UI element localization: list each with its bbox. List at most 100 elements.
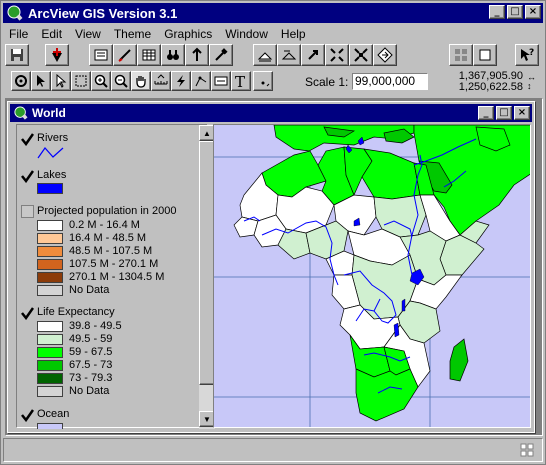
life-class-swatch <box>37 321 63 332</box>
menu-help[interactable]: Help <box>281 27 306 41</box>
pointer-tool[interactable] <box>31 71 51 91</box>
lakes-checkbox[interactable] <box>21 170 34 183</box>
life-class-swatch <box>37 334 63 345</box>
text-t-icon: T <box>235 74 245 88</box>
theme-properties-button[interactable] <box>89 44 113 66</box>
maximize-button[interactable]: □ <box>507 5 523 19</box>
label-tool[interactable] <box>211 71 231 91</box>
menu-view[interactable]: View <box>75 27 101 41</box>
life-class-swatch <box>37 360 63 371</box>
zoom-out-arrows-icon <box>354 48 368 62</box>
full-extent-icon <box>257 52 273 62</box>
measure-tool[interactable] <box>151 71 171 91</box>
table-of-contents: Rivers Lakes Projected population in 200… <box>16 124 215 429</box>
zoom-previous-button[interactable] <box>373 44 397 66</box>
theme-ocean-label[interactable]: Ocean <box>37 408 69 420</box>
arrow-pointer-icon <box>37 75 45 87</box>
coord-y: 1,250,622.58 <box>458 81 523 93</box>
view-titlebar: World _ □ × <box>10 104 532 122</box>
population-class-swatch <box>37 246 63 257</box>
diamond-arrow-icon <box>377 47 393 63</box>
theme-population-label[interactable]: Projected population in 2000 <box>37 205 176 217</box>
edit-legend-button[interactable] <box>113 44 137 66</box>
add-theme-button[interactable] <box>45 44 69 66</box>
identify-tool[interactable] <box>11 71 31 91</box>
identify-icon <box>15 75 27 87</box>
rivers-checkbox[interactable] <box>21 133 34 146</box>
status-bar <box>3 438 543 462</box>
zoom-full-extent-button[interactable] <box>253 44 277 66</box>
zoom-out-button[interactable] <box>349 44 373 66</box>
theme-rivers-label[interactable]: Rivers <box>37 132 68 144</box>
scale-input[interactable]: 99,000,000 <box>352 73 428 90</box>
menu-window[interactable]: Window <box>225 27 268 41</box>
app-titlebar: ArcView GIS Version 3.1 _ □ × <box>3 3 543 23</box>
help-pointer-icon: ? <box>521 48 534 61</box>
population-class-swatch <box>37 259 63 270</box>
select-features-button[interactable] <box>449 44 473 66</box>
select-feature-tool[interactable] <box>71 71 91 91</box>
table-icon <box>142 49 156 61</box>
zoom-selected-button[interactable] <box>301 44 325 66</box>
vertex-edit-icon <box>56 74 67 88</box>
zoom-in-button[interactable] <box>325 44 349 66</box>
draw-point-tool[interactable] <box>253 71 273 91</box>
area-of-interest-tool[interactable] <box>191 71 211 91</box>
ocean-checkbox[interactable] <box>21 409 34 422</box>
save-project-button[interactable] <box>5 44 29 66</box>
ocean-swatch <box>37 423 63 429</box>
population-class-swatch <box>37 285 63 296</box>
menu-bar: File Edit View Theme Graphics Window Help <box>3 25 543 43</box>
life-class-label: No Data <box>69 385 110 397</box>
population-class-swatch <box>37 233 63 244</box>
app-title: ArcView GIS Version 3.1 <box>28 5 178 21</box>
hammer-icon <box>215 48 228 61</box>
close-button[interactable]: × <box>525 5 541 19</box>
find-button[interactable] <box>161 44 185 66</box>
zoom-out-tool[interactable] <box>111 71 131 91</box>
zoom-themes-icon <box>281 50 297 60</box>
view-globe-icon <box>14 106 28 120</box>
vertex-edit-tool[interactable] <box>51 71 71 91</box>
svg-text:?: ? <box>529 48 534 58</box>
minimize-button[interactable]: _ <box>489 5 505 19</box>
lightning-icon <box>177 75 185 87</box>
population-checkbox[interactable] <box>21 205 34 218</box>
life-class-swatch <box>37 386 63 397</box>
resize-grip-icon[interactable] <box>520 443 534 457</box>
population-class-label: 48.5 M - 107.5 M <box>69 245 153 257</box>
coord-arrows-icon: ↔ ↕ <box>527 72 536 91</box>
zoom-in-tool[interactable] <box>91 71 111 91</box>
scale-label: Scale 1: <box>305 75 349 89</box>
population-class-swatch <box>37 272 63 283</box>
hot-link-tool[interactable] <box>171 71 191 91</box>
text-tool[interactable]: T <box>231 71 251 91</box>
river-line-symbol <box>37 147 64 159</box>
menu-graphics[interactable]: Graphics <box>164 27 212 41</box>
query-builder-button[interactable] <box>209 44 233 66</box>
view-close-button[interactable]: × <box>514 106 530 120</box>
population-class-label: 107.5 M - 270.1 M <box>69 258 159 270</box>
button-bar: ? <box>5 44 541 69</box>
map-display[interactable] <box>213 124 531 428</box>
pan-tool[interactable] <box>131 71 151 91</box>
menu-theme[interactable]: Theme <box>114 27 151 41</box>
life-expectancy-checkbox[interactable] <box>21 307 34 320</box>
open-theme-table-button[interactable] <box>137 44 161 66</box>
label-icon <box>214 76 228 86</box>
view-window: World _ □ × Rivers Lakes Projected popul… <box>7 101 535 433</box>
life-class-swatch <box>37 347 63 358</box>
help-button[interactable]: ? <box>515 44 539 66</box>
life-class-label: 49.5 - 59 <box>69 333 113 345</box>
menu-edit[interactable]: Edit <box>41 27 62 41</box>
theme-lakes-label[interactable]: Lakes <box>37 169 66 181</box>
clear-selection-button[interactable] <box>473 44 497 66</box>
locate-address-button[interactable] <box>185 44 209 66</box>
binoculars-icon <box>167 50 179 60</box>
theme-life-expectancy-label[interactable]: Life Expectancy <box>37 306 115 318</box>
life-class-label: 39.8 - 49.5 <box>69 320 122 332</box>
zoom-active-themes-button[interactable] <box>277 44 301 66</box>
menu-file[interactable]: File <box>9 27 28 41</box>
view-minimize-button[interactable]: _ <box>478 106 494 120</box>
view-maximize-button[interactable]: □ <box>496 106 512 120</box>
